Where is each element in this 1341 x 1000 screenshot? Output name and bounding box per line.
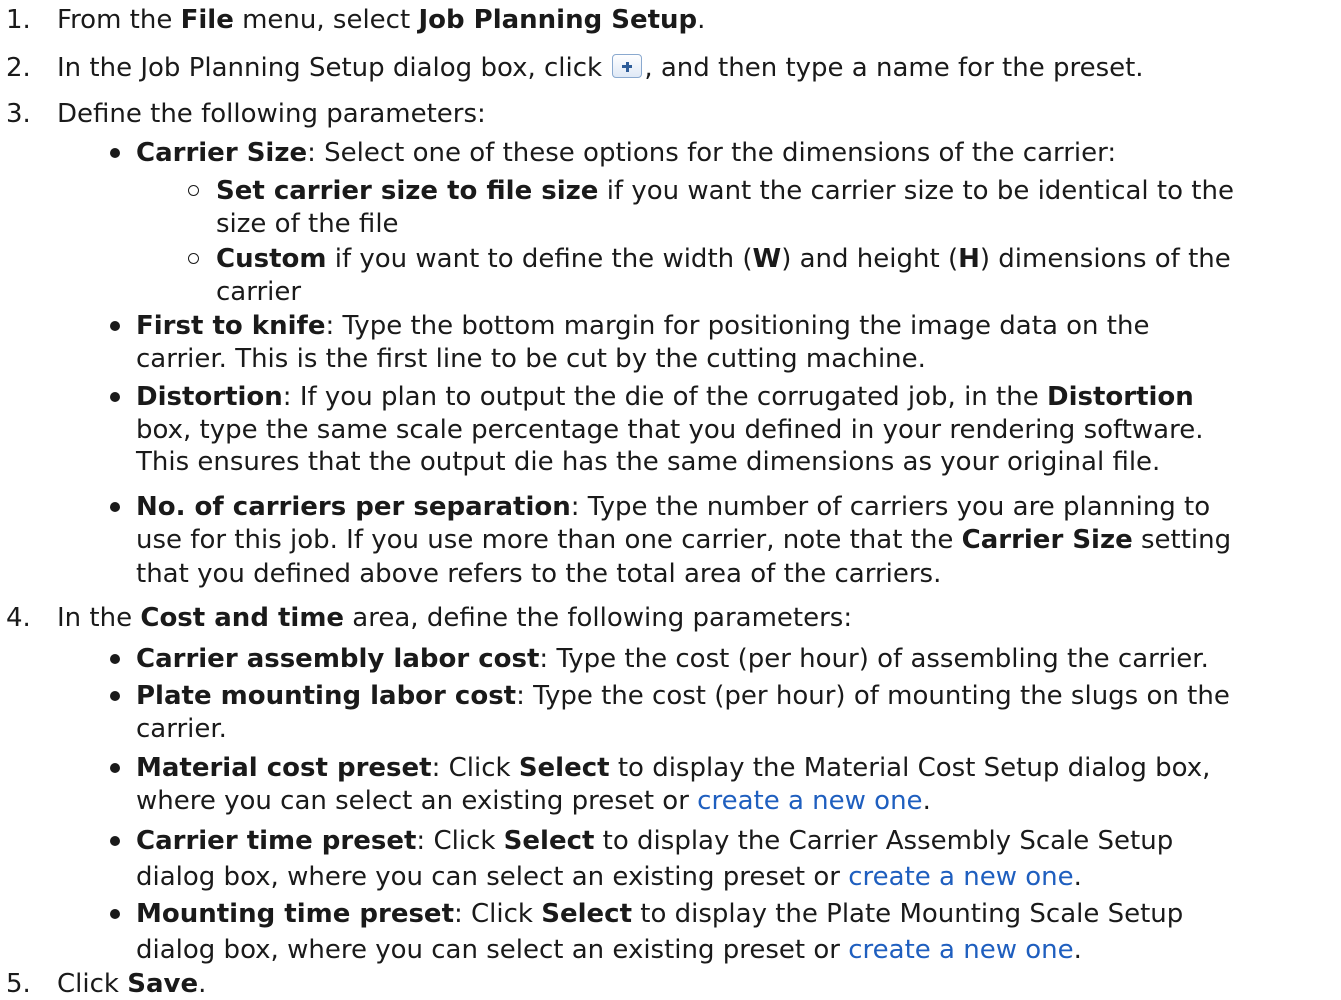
step-number: 1. — [6, 5, 31, 35]
param-text: . — [1073, 935, 1082, 965]
param-text: This ensures that the output die has the… — [136, 447, 1161, 477]
step-text: From the — [57, 5, 181, 35]
param-text: . — [1073, 862, 1082, 892]
step-text: In the — [57, 603, 141, 633]
param-label: Carrier assembly labor cost — [136, 644, 540, 674]
button-name: Select — [518, 753, 610, 783]
bullet-icon — [110, 909, 120, 919]
option-label: Set carrier size to file size — [216, 176, 599, 206]
bullet-icon — [110, 691, 120, 701]
option-text: ) dimensions of the — [979, 244, 1231, 274]
field-name: Distortion — [1046, 382, 1194, 412]
step-number: 2. — [6, 53, 31, 83]
param-text: dialog box, where you can select an exis… — [136, 862, 849, 892]
button-name: Select — [541, 899, 632, 929]
param-label: No. of carriers per separation — [136, 492, 571, 522]
sub-bullet-icon — [188, 185, 199, 196]
button-name-save: Save — [127, 969, 199, 999]
step-text: menu, select — [233, 5, 419, 35]
param-text: : Type the number of carriers you are pl… — [570, 492, 1211, 522]
field-name: Carrier Size — [961, 525, 1133, 555]
param-text: : Select one of these options for the di… — [307, 138, 1117, 168]
command-name: Job Planning Setup — [418, 5, 698, 35]
param-text: use for this job. If you use more than o… — [136, 525, 962, 555]
param-label: Mounting time preset — [136, 899, 454, 929]
param-text: to display the Plate Mounting Scale Setu… — [632, 899, 1184, 929]
option-label: Custom — [216, 244, 327, 274]
param-text: that you defined above refers to the tot… — [136, 559, 942, 589]
param-text: box, type the same scale percentage that… — [136, 415, 1204, 445]
param-text: where you can select an existing preset … — [136, 786, 698, 816]
param-text: to display the Carrier Assembly Scale Se… — [594, 826, 1174, 856]
param-label: Distortion — [136, 382, 283, 412]
step-text: , and then type a name for the preset. — [644, 53, 1144, 83]
bullet-icon — [110, 763, 120, 773]
bullet-icon — [110, 148, 120, 158]
param-text: : Click — [454, 899, 542, 929]
plus-icon — [612, 54, 643, 78]
option-text: ) and height ( — [781, 244, 959, 274]
option-text: if you want the carrier size to be ident… — [598, 176, 1234, 206]
step-number: 4. — [6, 603, 31, 633]
instruction-document: 1. From the File menu, select Job Planni… — [0, 0, 1341, 1000]
param-label: Plate mounting labor cost — [136, 681, 517, 711]
step-text: In the Job Planning Setup dialog box, cl… — [57, 53, 611, 83]
option-text: if you want to define the width ( — [326, 244, 753, 274]
create-new-link[interactable]: create a new one — [848, 862, 1073, 892]
param-text: : If you plan to output the die of the c… — [282, 382, 1047, 412]
param-text: : Click — [416, 826, 504, 856]
param-label: Material cost preset — [136, 753, 432, 783]
param-label: First to knife — [136, 311, 326, 341]
param-text: : Type the bottom margin for positioning… — [325, 311, 1150, 341]
param-text: : Type the cost (per hour) of assembling… — [539, 644, 1209, 674]
param-text: setting — [1132, 525, 1232, 555]
step-text: . — [198, 969, 207, 999]
sub-bullet-icon — [188, 253, 199, 264]
create-new-link[interactable]: create a new one — [848, 935, 1073, 965]
bullet-icon — [110, 654, 120, 664]
param-text: carrier. — [136, 714, 227, 744]
step-text: Click — [57, 969, 128, 999]
bullet-icon — [110, 836, 120, 846]
height-label: H — [958, 244, 980, 274]
area-name: Cost and time — [140, 603, 345, 633]
param-text: dialog box, where you can select an exis… — [136, 935, 849, 965]
param-text: . — [922, 786, 931, 816]
width-label: W — [752, 244, 782, 274]
bullet-icon — [110, 321, 120, 331]
param-text: carrier. This is the first line to be cu… — [136, 344, 926, 374]
param-label: Carrier time preset — [136, 826, 417, 856]
menu-name-file: File — [180, 5, 234, 35]
param-label: Carrier Size — [136, 138, 308, 168]
step-text: . — [697, 5, 706, 35]
option-text: size of the file — [216, 209, 399, 239]
step-text: area, define the following parameters: — [344, 603, 853, 633]
button-name: Select — [503, 826, 595, 856]
param-text: to display the Material Cost Setup dialo… — [609, 753, 1211, 783]
option-text: carrier — [216, 277, 302, 307]
param-text: : Type the cost (per hour) of mounting t… — [516, 681, 1230, 711]
param-text: : Click — [431, 753, 519, 783]
step-number: 5. — [6, 969, 31, 999]
create-new-link[interactable]: create a new one — [697, 786, 922, 816]
step-text: Define the following parameters: — [57, 99, 486, 129]
step-number: 3. — [6, 99, 31, 129]
bullet-icon — [110, 392, 120, 402]
bullet-icon — [110, 502, 120, 512]
